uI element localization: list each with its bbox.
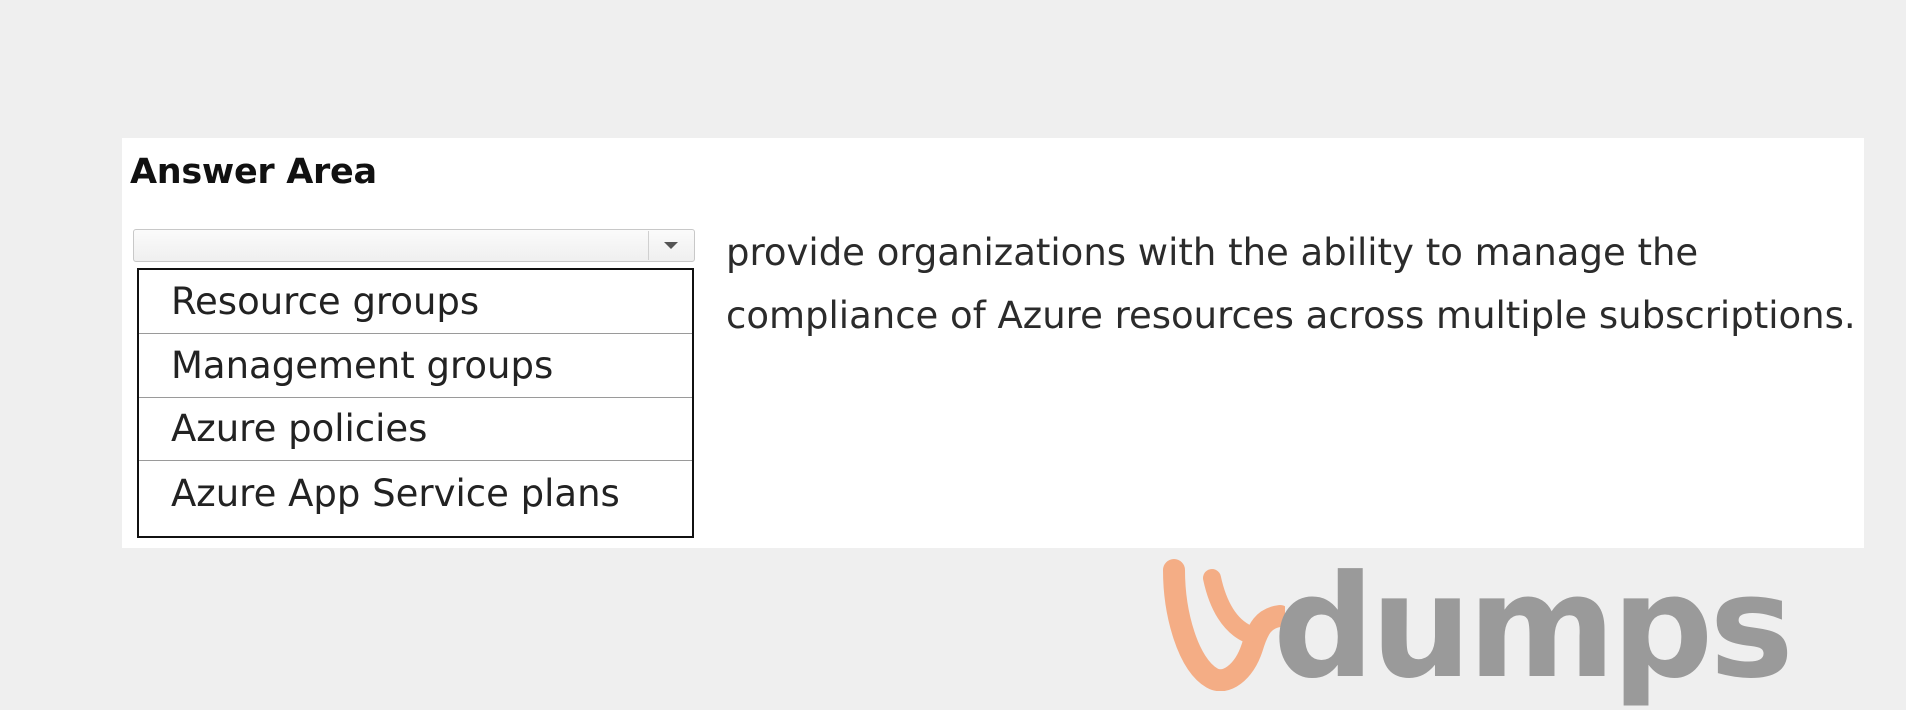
watermark-text: dumps [1273, 545, 1794, 710]
question-statement: provide organizations with the ability t… [726, 221, 1856, 347]
dropdown-option-resource-groups[interactable]: Resource groups [139, 270, 692, 334]
dropdown-option-azure-app-service-plans[interactable]: Azure App Service plans [139, 461, 692, 525]
dropdown-options-list: Resource groups Management groups Azure … [137, 268, 694, 538]
dropdown-option-management-groups[interactable]: Management groups [139, 334, 692, 398]
vdumps-watermark: dumps [1160, 545, 1794, 699]
chevron-down-icon[interactable] [648, 231, 693, 260]
answer-area-title: Answer Area [130, 152, 377, 192]
dropdown-option-azure-policies[interactable]: Azure policies [139, 398, 692, 462]
statement-line: compliance of Azure resources across mul… [726, 294, 1856, 337]
answer-dropdown[interactable] [133, 229, 695, 262]
vdumps-logo-icon [1163, 559, 1285, 691]
statement-line: provide organizations with the ability t… [726, 231, 1699, 274]
